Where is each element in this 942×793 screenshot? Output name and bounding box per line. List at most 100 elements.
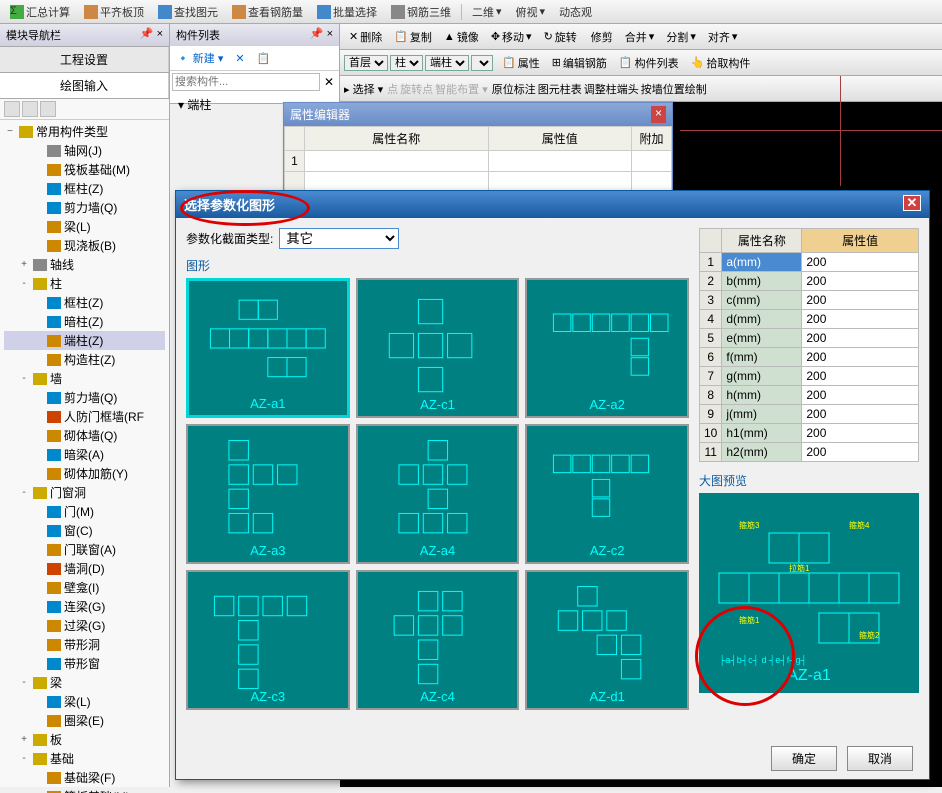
pick-btn[interactable]: 👆拾取构件 (686, 53, 756, 73)
list-panel-pin-icon[interactable]: 📌 × (310, 27, 333, 43)
shape-thumb[interactable]: AZ-a4 (356, 424, 520, 564)
shape-thumb[interactable]: AZ-a2 (525, 278, 689, 418)
delete-btn[interactable]: ✕删除 (344, 27, 387, 47)
type-select[interactable]: 其它 (279, 228, 399, 249)
trim-btn[interactable]: 修剪 (586, 27, 618, 47)
tree-node[interactable]: 框柱(Z) (4, 293, 165, 312)
floor-select[interactable]: 首层 (344, 55, 388, 71)
tree-node[interactable]: 剪力墙(Q) (4, 388, 165, 407)
prop-row[interactable]: 3c(mm)200 (700, 291, 919, 310)
prop-row[interactable]: 10h1(mm)200 (700, 424, 919, 443)
tab-project-settings[interactable]: 工程设置 (0, 47, 169, 72)
table-row[interactable] (285, 172, 672, 192)
tree-node[interactable]: 连梁(G) (4, 597, 165, 616)
toolbar-rebar-btn[interactable]: 查看钢筋量 (226, 2, 309, 22)
select-btn[interactable]: ▸ 选择 ▾ (344, 81, 383, 97)
search-clear-icon[interactable]: ✕ (320, 73, 338, 91)
move-btn[interactable]: ✥移动 ▾ (486, 27, 537, 47)
merge-btn[interactable]: 合并 ▾ (620, 27, 660, 47)
tree-node[interactable]: 砌体加筋(Y) (4, 464, 165, 483)
attr-btn[interactable]: 📋属性 (497, 53, 545, 73)
mini-btn-2[interactable] (22, 101, 38, 117)
toolbar-3d-btn[interactable]: 钢筋三维 (385, 2, 457, 22)
wallpos-btn[interactable]: 按墙位置绘制 (641, 81, 707, 97)
rotate-btn[interactable]: ↻旋转 (539, 27, 582, 47)
subcategory-select[interactable]: 端柱 (425, 55, 469, 71)
shape-thumb[interactable]: AZ-c3 (186, 570, 350, 710)
tree-node[interactable]: 暗梁(A) (4, 445, 165, 464)
comp-list-btn[interactable]: 📋构件列表 (614, 53, 684, 73)
tree-node[interactable]: -基础 (4, 749, 165, 768)
tree-node[interactable]: 砌体墙(Q) (4, 426, 165, 445)
tree-node[interactable]: 端柱(Z) (4, 331, 165, 350)
shape-thumb[interactable]: AZ-d1 (525, 570, 689, 710)
tree-root[interactable]: −常用构件类型 (4, 122, 165, 141)
tree-node[interactable]: 基础梁(F) (4, 768, 165, 787)
tree-node[interactable]: 窗(C) (4, 521, 165, 540)
tree-node[interactable]: -墙 (4, 369, 165, 388)
toolbar-calc-btn[interactable]: Σ汇总计算 (4, 2, 76, 22)
tree-node[interactable]: 门(M) (4, 502, 165, 521)
prop-row[interactable]: 6f(mm)200 (700, 348, 919, 367)
mini-btn-3[interactable] (40, 101, 56, 117)
prop-row[interactable]: 5e(mm)200 (700, 329, 919, 348)
point-btn[interactable]: 点 (387, 81, 398, 97)
toolbar-level-btn[interactable]: 平齐板顶 (78, 2, 150, 22)
new-button[interactable]: 🔹 新建 ▾ (172, 48, 227, 68)
search-input[interactable] (172, 73, 320, 91)
tab-draw-input[interactable]: 绘图输入 (0, 73, 169, 98)
shape-thumb[interactable]: AZ-c1 (356, 278, 520, 418)
tree-node[interactable]: -柱 (4, 274, 165, 293)
tree-node[interactable]: 剪力墙(Q) (4, 198, 165, 217)
prop-row[interactable]: 8h(mm)200 (700, 386, 919, 405)
smart-btn[interactable]: 智能布置 ▾ (435, 81, 488, 97)
adjust-btn[interactable]: 调整柱端头 (584, 81, 639, 97)
copy-btn[interactable]: 📋复制 (389, 27, 437, 47)
ok-button[interactable]: 确定 (771, 746, 837, 771)
tree-node[interactable]: 墙洞(D) (4, 559, 165, 578)
toolbar-top-btn[interactable]: 俯视 ▾ (510, 2, 552, 22)
delete-button[interactable]: ✕ (231, 50, 248, 67)
align-btn[interactable]: 对齐 ▾ (703, 27, 743, 47)
tree-node[interactable]: +板 (4, 730, 165, 749)
tree-node[interactable]: 带形洞 (4, 635, 165, 654)
shape-thumb[interactable]: AZ-a3 (186, 424, 350, 564)
close-icon[interactable]: × (651, 106, 666, 123)
tree-node[interactable]: 梁(L) (4, 692, 165, 711)
tree-node[interactable]: +轴线 (4, 255, 165, 274)
tree-node[interactable]: 过梁(G) (4, 616, 165, 635)
tree-node[interactable]: -梁 (4, 673, 165, 692)
tree-node[interactable]: 壁龛(I) (4, 578, 165, 597)
category-select[interactable]: 柱 (390, 55, 423, 71)
tree-node[interactable]: 框柱(Z) (4, 179, 165, 198)
cancel-button[interactable]: 取消 (847, 746, 913, 771)
nav-panel-pin-icon[interactable]: 📌 × (140, 27, 163, 43)
table-row[interactable]: 1 (285, 151, 672, 172)
prop-row[interactable]: 4d(mm)200 (700, 310, 919, 329)
tree-node[interactable]: 现浇板(B) (4, 236, 165, 255)
shape-thumb[interactable]: AZ-c2 (525, 424, 689, 564)
toolbar-batch-btn[interactable]: 批量选择 (311, 2, 383, 22)
tree-node[interactable]: 暗柱(Z) (4, 312, 165, 331)
toolbar-2d-btn[interactable]: 二维 ▾ (466, 2, 508, 22)
rotpoint-btn[interactable]: 旋转点 (400, 81, 433, 97)
prop-row[interactable]: 11h2(mm)200 (700, 443, 919, 462)
prop-row[interactable]: 7g(mm)200 (700, 367, 919, 386)
tree-node[interactable]: 门联窗(A) (4, 540, 165, 559)
toolbar-find-btn[interactable]: 查找图元 (152, 2, 224, 22)
shape-thumb[interactable]: AZ-a1 (186, 278, 350, 418)
prop-row[interactable]: 1a(mm)200 (700, 253, 919, 272)
mini-btn-1[interactable] (4, 101, 20, 117)
dialog-close-icon[interactable]: ✕ (903, 195, 921, 211)
tree-node[interactable]: 人防门框墙(RF (4, 407, 165, 426)
mirror-btn[interactable]: ▲镜像 (439, 27, 484, 47)
tree-node[interactable]: 筏板基础(M) (4, 787, 165, 793)
dialog-titlebar[interactable]: 选择参数化图形 ✕ (176, 191, 929, 218)
component-select[interactable] (471, 55, 493, 71)
split-btn[interactable]: 分割 ▾ (661, 27, 701, 47)
annot-btn[interactable]: 原位标注 (492, 81, 536, 97)
tree-node[interactable]: 筏板基础(M) (4, 160, 165, 179)
prop-row[interactable]: 9j(mm)200 (700, 405, 919, 424)
tree-node[interactable]: 圈梁(E) (4, 711, 165, 730)
shape-thumb[interactable]: AZ-c4 (356, 570, 520, 710)
